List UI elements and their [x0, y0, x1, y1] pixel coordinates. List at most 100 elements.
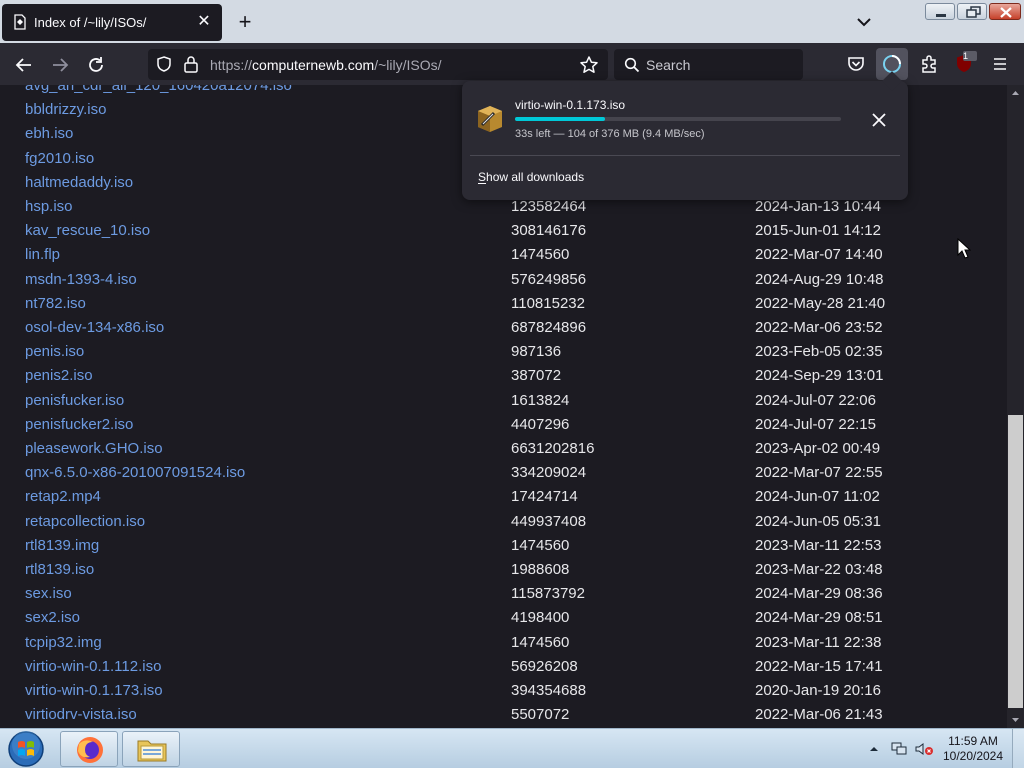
file-date: 2024-Aug-29 10:48: [755, 270, 884, 288]
restore-button[interactable]: [957, 3, 987, 20]
table-row: osol-dev-134-x86.iso 687824896 2022-Mar-06…: [17, 316, 990, 340]
file-link[interactable]: sex2.iso: [25, 609, 80, 626]
scroll-thumb[interactable]: [1008, 415, 1023, 708]
table-row: sex.iso 115873792 2024-Mar-29 08:36: [17, 582, 990, 606]
table-row: kav_rescue_10.iso 308146176 2015-Jun-01 14…: [17, 219, 990, 243]
file-date: 2023-Apr-02 00:49: [755, 440, 881, 457]
file-size: 1988608: [511, 561, 570, 578]
file-link[interactable]: pleasework.GHO.iso: [25, 440, 163, 457]
search-icon: [624, 57, 640, 73]
table-row: virtio-win-0.1.112.iso 56926208 2022-Mar-1…: [17, 655, 990, 679]
page-scrollbar[interactable]: [1007, 85, 1024, 728]
file-size: 6631202816: [511, 440, 595, 457]
file-size: 987136: [511, 343, 562, 361]
download-filename[interactable]: virtio-win-0.1.173.iso: [515, 98, 625, 112]
file-link[interactable]: bbldrizzy.iso: [25, 101, 106, 118]
close-icon[interactable]: [868, 109, 890, 131]
volume-muted-icon[interactable]: [914, 741, 934, 757]
table-row: tcpip32.img 1474560 2023-Mar-11 22:38: [17, 631, 990, 655]
minimize-button[interactable]: [925, 3, 955, 20]
file-link[interactable]: retapcollection.iso: [25, 513, 145, 530]
file-link[interactable]: osol-dev-134-x86.iso: [25, 319, 164, 336]
scroll-up-arrow[interactable]: [1007, 85, 1024, 102]
search-bar[interactable]: Search: [614, 49, 803, 80]
url-path: /~lily/ISOs/: [374, 57, 442, 73]
taskbar-firefox[interactable]: [60, 731, 118, 767]
file-link[interactable]: nt782.iso: [25, 295, 86, 312]
nav-toolbar: https://computernewb.com/~lily/ISOs/ Sea…: [0, 43, 1024, 85]
table-row: qnx-6.5.0-x86-201007091524.iso 334209024 2…: [17, 461, 990, 485]
file-link[interactable]: kav_rescue_10.iso: [25, 222, 150, 239]
star-icon[interactable]: [579, 55, 599, 75]
pocket-icon[interactable]: [843, 51, 869, 77]
downloads-panel: virtio-win-0.1.173.iso 33s left — 104 of…: [462, 81, 908, 200]
file-size: 17424714: [511, 488, 578, 506]
taskbar: 11:59 AM 10/20/2024: [0, 728, 1024, 768]
firefox-icon: [77, 737, 103, 763]
file-link[interactable]: fg2010.iso: [25, 150, 94, 167]
table-row: pleasework.GHO.iso 6631202816 2023-Apr-02 …: [17, 437, 990, 461]
file-link[interactable]: penis.iso: [25, 343, 84, 360]
file-link[interactable]: avg_arl_cdr_all_120_160420a12074.iso: [25, 85, 292, 94]
file-link[interactable]: penis2.iso: [25, 367, 93, 384]
tab-strip: Index of /~lily/ISOs/ ✕ +: [0, 0, 1024, 43]
arrow-right-icon[interactable]: [47, 52, 73, 78]
chevron-down-icon[interactable]: [852, 10, 876, 34]
network-icon[interactable]: [890, 741, 908, 757]
file-link[interactable]: virtio-win-0.1.173.iso: [25, 682, 163, 699]
file-link[interactable]: tcpip32.img: [25, 634, 102, 651]
url-text[interactable]: https://computernewb.com/~lily/ISOs/: [210, 57, 442, 73]
tray-expand-icon[interactable]: [868, 743, 880, 755]
lock-icon[interactable]: [183, 55, 199, 73]
arrow-left-icon[interactable]: [11, 52, 37, 78]
file-link[interactable]: ebh.iso: [25, 125, 73, 142]
show-all-downloads-button[interactable]: Show all downloads: [478, 170, 584, 184]
file-link[interactable]: penisfucker.iso: [25, 392, 124, 409]
window-close-button[interactable]: [989, 3, 1021, 20]
table-row: rtl8139.iso 1988608 2023-Mar-22 03:48: [17, 558, 990, 582]
file-link[interactable]: virtio-win-0.1.112.iso: [25, 658, 161, 675]
file-link[interactable]: rtl8139.img: [25, 537, 99, 554]
file-size: 387072: [511, 367, 562, 385]
file-date: 2020-Jan-19 20:16: [755, 682, 881, 699]
file-size: 394354688: [511, 682, 587, 699]
file-size: 115873792: [511, 585, 585, 603]
file-date: 2023-Mar-11 22:53: [755, 536, 882, 554]
table-row: penis2.iso 387072 2024-Sep-29 13:01: [17, 364, 990, 388]
file-link[interactable]: lin.flp: [25, 246, 60, 263]
file-link[interactable]: virtiodrv-vista.iso: [25, 706, 137, 723]
table-row: penis.iso 987136 2023-Feb-05 02:35: [17, 340, 990, 364]
windows-start-icon[interactable]: [4, 730, 48, 768]
scroll-down-arrow[interactable]: [1007, 711, 1024, 728]
download-progress-bar: [515, 117, 841, 121]
hamburger-icon[interactable]: [987, 51, 1013, 77]
file-link[interactable]: retap2.mp4: [25, 488, 101, 505]
table-row: retapcollection.iso 449937408 2024-Jun-05 …: [17, 510, 990, 534]
extension-badge: 1: [963, 51, 969, 61]
folder-icon: [137, 740, 167, 762]
file-link[interactable]: sex.iso: [25, 585, 72, 602]
file-link[interactable]: haltmedaddy.iso: [25, 174, 133, 191]
file-size: 576249856: [511, 270, 587, 288]
download-status: 33s left — 104 of 376 MB (9.4 MB/sec): [515, 128, 705, 140]
puzzle-icon[interactable]: [916, 51, 942, 77]
show-desktop-button[interactable]: [1012, 729, 1024, 768]
reload-icon[interactable]: [83, 52, 109, 78]
system-clock[interactable]: 11:59 AM 10/20/2024: [942, 734, 1004, 764]
tab-close-button[interactable]: ✕: [194, 10, 214, 34]
new-tab-button[interactable]: +: [232, 8, 258, 36]
file-date: 2022-Mar-06 23:52: [755, 319, 883, 336]
file-link[interactable]: hsp.iso: [25, 198, 73, 215]
file-link[interactable]: qnx-6.5.0-x86-201007091524.iso: [25, 464, 245, 481]
file-size: 1613824: [511, 391, 570, 409]
file-size: 1474560: [511, 536, 570, 554]
taskbar-explorer[interactable]: [122, 731, 180, 767]
disc-file-icon[interactable]: [474, 103, 506, 135]
file-link[interactable]: penisfucker2.iso: [25, 416, 133, 433]
shield-icon[interactable]: [155, 55, 173, 73]
tab-active[interactable]: Index of /~lily/ISOs/ ✕: [2, 4, 222, 41]
url-bar[interactable]: https://computernewb.com/~lily/ISOs/: [148, 49, 608, 80]
file-link[interactable]: rtl8139.iso: [25, 561, 94, 578]
file-link[interactable]: msdn-1393-4.iso: [25, 271, 137, 288]
file-date: 2024-Sep-29 13:01: [755, 367, 884, 385]
